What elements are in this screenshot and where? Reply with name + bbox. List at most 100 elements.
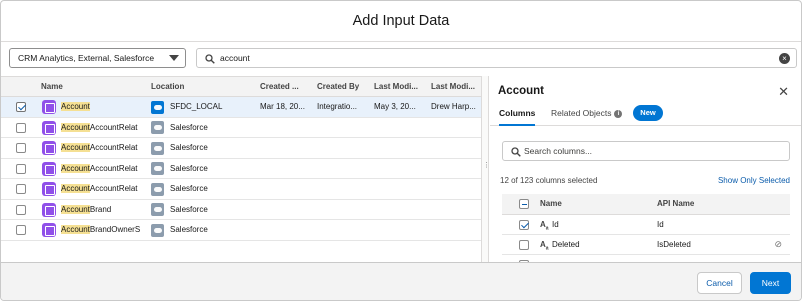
row-location: SFDC_LOCAL xyxy=(170,102,223,111)
row-name[interactable]: AccountAccountRelat xyxy=(61,179,141,199)
info-icon[interactable]: i xyxy=(614,109,623,118)
column-header-last-modified-by[interactable]: Last Modi... xyxy=(431,77,481,97)
salesforce-icon xyxy=(151,162,164,175)
salesforce-icon xyxy=(151,223,164,237)
row-name[interactable]: AccountAccountRelat xyxy=(61,159,141,179)
column-api-name: Id xyxy=(657,220,664,229)
tab-columns[interactable]: Columns xyxy=(499,103,536,126)
table-row[interactable]: AccountAccountRelat Salesforce xyxy=(1,117,481,138)
row-checkbox[interactable] xyxy=(16,122,26,133)
row-name[interactable]: AccountAccountRelat xyxy=(61,138,141,158)
row-location: Salesforce xyxy=(170,163,208,173)
dataset-icon xyxy=(42,100,56,114)
column-header-location[interactable]: Location xyxy=(151,77,251,97)
dataset-icon xyxy=(42,141,56,155)
row-name[interactable]: AccountBrandOwnerS xyxy=(61,220,141,240)
column-header-created-by[interactable]: Created By xyxy=(317,77,367,97)
table-header: Name Location Created ... Created By Las… xyxy=(1,77,481,97)
select-all-checkbox[interactable] xyxy=(519,199,529,209)
column-header-api-name: API Name xyxy=(657,199,695,208)
next-button[interactable]: Next xyxy=(750,272,791,294)
show-only-selected-link[interactable]: Show Only Selected xyxy=(718,176,790,185)
pane-resize-handle[interactable]: ⋮ xyxy=(481,76,490,262)
salesforce-cloud-icon xyxy=(151,100,164,114)
row-checkbox[interactable] xyxy=(16,163,26,174)
column-checkbox[interactable] xyxy=(519,240,529,250)
modal-title: Add Input Data xyxy=(352,13,450,29)
row-created: Mar 18, 20... xyxy=(260,102,305,111)
search-value: account xyxy=(220,53,250,63)
table-row[interactable]: AccountAccountRelat Salesforce xyxy=(1,179,481,200)
row-last-modified-by: Drew Harp... xyxy=(431,102,476,111)
row-location: Salesforce xyxy=(170,143,208,152)
dataset-icon xyxy=(42,182,56,196)
column-name: Id xyxy=(552,220,559,229)
column-header-name: Name xyxy=(540,199,562,208)
modal-header: Add Input Data xyxy=(1,1,801,42)
salesforce-icon xyxy=(151,203,164,216)
column-search-input[interactable]: Search columns... xyxy=(502,141,790,161)
source-filter-value: CRM Analytics, External, Salesforce xyxy=(18,53,155,63)
columns-table-header: Name API Name xyxy=(502,194,790,215)
column-header-name[interactable]: Name xyxy=(41,77,141,97)
modal-footer: Cancel Next xyxy=(1,262,801,300)
object-detail-panel: Account ✕ Columns Related Objects i New S… xyxy=(490,76,801,262)
row-checkbox[interactable] xyxy=(16,102,26,112)
dataset-icon xyxy=(42,202,56,217)
filter-row: CRM Analytics, External, Salesforce acco… xyxy=(9,48,797,68)
panel-title: Account xyxy=(498,85,544,97)
row-location: Salesforce xyxy=(170,184,208,193)
row-checkbox[interactable] xyxy=(16,225,26,235)
drag-handle-icon: ⋮ xyxy=(483,162,490,169)
text-type-icon: Aa xyxy=(540,220,549,232)
source-filter-select[interactable]: CRM Analytics, External, Salesforce xyxy=(9,48,186,68)
table-row[interactable]: AccountBrand Salesforce xyxy=(1,199,481,220)
row-last-modified: May 3, 20... xyxy=(374,102,416,111)
clear-search-icon[interactable]: × xyxy=(779,53,790,64)
salesforce-icon xyxy=(151,121,164,134)
row-location: Salesforce xyxy=(170,225,208,234)
dataset-table: Name Location Created ... Created By Las… xyxy=(1,76,481,262)
table-row[interactable]: AccountBrandOwnerS Salesforce xyxy=(1,220,481,241)
row-name[interactable]: AccountAccountRelat xyxy=(61,118,141,138)
row-name[interactable]: Account xyxy=(61,97,141,117)
column-search-placeholder: Search columns... xyxy=(524,146,593,156)
dataset-icon xyxy=(42,161,56,176)
new-badge: New xyxy=(633,105,663,121)
salesforce-icon xyxy=(151,182,164,196)
row-checkbox[interactable] xyxy=(16,204,26,215)
column-row[interactable]: Aa Id Id xyxy=(502,215,790,235)
column-row[interactable]: Aa Deleted IsDeleted ⊘ xyxy=(502,235,790,255)
close-icon[interactable]: ✕ xyxy=(778,84,789,100)
table-row[interactable]: AccountAccountRelat Salesforce xyxy=(1,138,481,159)
column-header-created[interactable]: Created ... xyxy=(260,77,310,97)
link-icon[interactable]: ⊘ xyxy=(774,239,782,250)
column-row[interactable] xyxy=(502,255,790,262)
row-checkbox[interactable] xyxy=(16,143,26,153)
row-checkbox[interactable] xyxy=(16,184,26,194)
row-location: Salesforce xyxy=(170,204,208,214)
dataset-search-input[interactable]: account × xyxy=(196,48,797,68)
tab-related-objects-label: Related Objects xyxy=(551,108,612,118)
row-location: Salesforce xyxy=(170,122,208,132)
table-row[interactable]: AccountAccountRelat Salesforce xyxy=(1,158,481,179)
search-icon xyxy=(511,147,521,157)
column-header-last-modified[interactable]: Last Modi... xyxy=(374,77,424,97)
column-api-name: IsDeleted xyxy=(657,240,691,249)
row-created-by: Integratio... xyxy=(317,102,358,111)
column-checkbox[interactable] xyxy=(519,220,529,230)
dataset-icon xyxy=(42,120,56,135)
tab-related-objects[interactable]: Related Objects i xyxy=(551,103,623,126)
text-type-icon: Aa xyxy=(540,240,549,252)
cancel-button[interactable]: Cancel xyxy=(697,272,742,294)
columns-selected-count: 12 of 123 columns selected xyxy=(500,176,598,185)
row-name[interactable]: AccountBrand xyxy=(61,200,141,220)
column-name: Deleted xyxy=(552,240,580,249)
panel-tabs: Columns Related Objects i New xyxy=(490,103,801,126)
add-input-data-modal: Add Input Data CRM Analytics, External, … xyxy=(0,0,802,301)
search-icon xyxy=(205,54,215,64)
dataset-icon xyxy=(42,223,56,237)
table-row[interactable]: Account SFDC_LOCAL Mar 18, 20... Integra… xyxy=(1,97,481,118)
chevron-down-icon xyxy=(169,55,179,61)
salesforce-icon xyxy=(151,141,164,155)
